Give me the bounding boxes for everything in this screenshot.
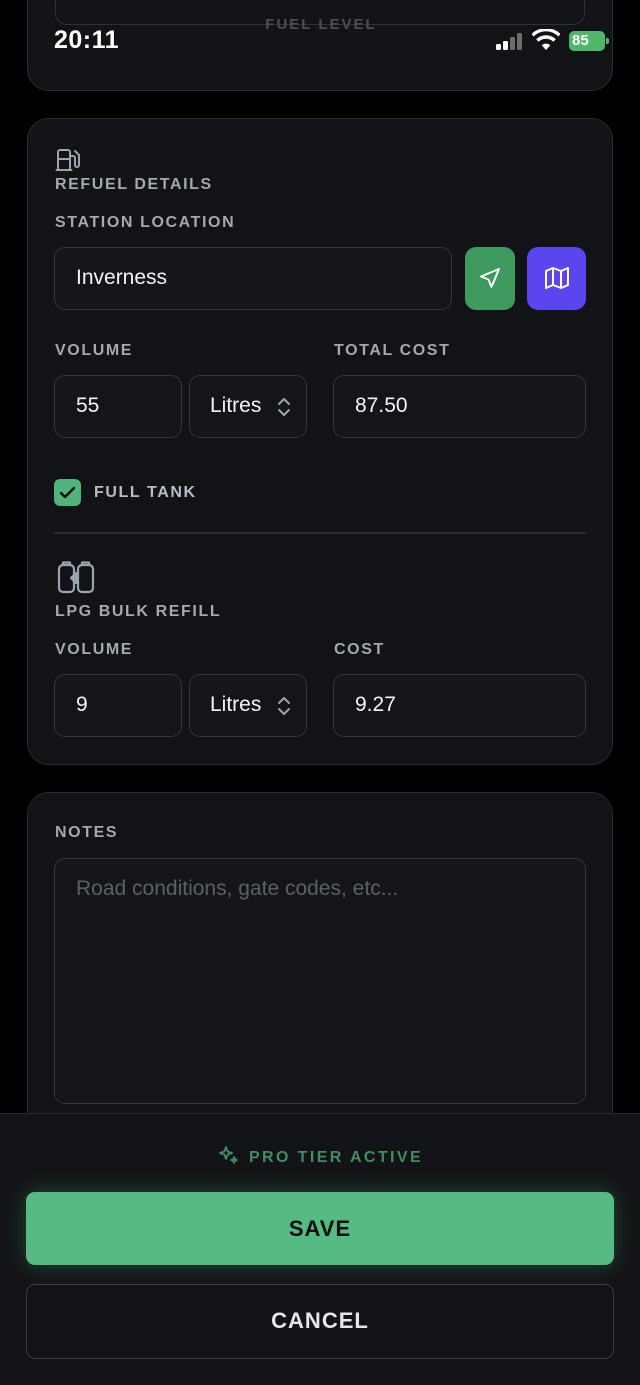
notes-card: NOTES Road conditions, gate codes, etc..…	[27, 792, 613, 1152]
volume-input[interactable]: 55	[54, 375, 182, 438]
total-cost-label: TOTAL COST	[334, 342, 451, 359]
sparkle-icon	[219, 1146, 238, 1164]
check-icon	[59, 486, 76, 499]
status-bar: 20:11 85	[0, 0, 640, 80]
screen: FUEL LEVEL REFUEL DETAILS STATION LOCATI…	[0, 0, 640, 1385]
refuel-details-card: REFUEL DETAILS STATION LOCATION Invernes…	[27, 118, 613, 765]
notes-placeholder: Road conditions, gate codes, etc...	[76, 877, 399, 900]
wifi-icon	[532, 29, 560, 50]
navigation-arrow-icon	[480, 268, 500, 288]
notes-label: NOTES	[55, 824, 119, 841]
gas-bottle-icon	[57, 561, 95, 594]
battery-indicator: 85	[569, 31, 605, 51]
bottom-action-bar: PRO TIER ACTIVE SAVE CANCEL	[0, 1113, 640, 1385]
station-location-label: STATION LOCATION	[55, 214, 236, 231]
full-tank-checkbox[interactable]	[54, 479, 81, 506]
save-button[interactable]: SAVE	[26, 1192, 614, 1265]
section-divider	[54, 532, 586, 534]
map-icon	[545, 267, 569, 289]
lpg-volume-input[interactable]: 9	[54, 674, 182, 737]
volume-label: VOLUME	[55, 342, 134, 359]
lpg-cost-label: COST	[334, 641, 385, 658]
pro-tier-label: PRO TIER ACTIVE	[248, 1149, 424, 1166]
pro-tier-badge: PRO TIER ACTIVE	[0, 1144, 640, 1167]
open-map-button[interactable]	[527, 247, 586, 310]
notes-textarea[interactable]: Road conditions, gate codes, etc...	[54, 858, 586, 1104]
lpg-cost-input[interactable]: 9.27	[333, 674, 586, 737]
battery-tip	[606, 38, 609, 44]
status-time: 20:11	[54, 26, 120, 54]
chevron-up-down-icon	[278, 398, 290, 416]
lpg-volume-unit-select[interactable]: Litres	[189, 674, 307, 737]
fuel-pump-icon	[55, 149, 80, 171]
use-current-location-button[interactable]	[465, 247, 515, 310]
lpg-volume-label: VOLUME	[55, 641, 134, 658]
lpg-volume-unit-value: Litres	[210, 693, 262, 716]
volume-unit-value: Litres	[210, 394, 262, 417]
chevron-up-down-icon	[278, 697, 290, 715]
battery-level: 85	[572, 32, 589, 49]
total-cost-input[interactable]: 87.50	[333, 375, 586, 438]
volume-unit-select[interactable]: Litres	[189, 375, 307, 438]
refuel-details-title: REFUEL DETAILS	[55, 176, 213, 193]
station-location-input[interactable]: Inverness	[54, 247, 452, 310]
cancel-button[interactable]: CANCEL	[26, 1284, 614, 1359]
lpg-bulk-refill-title: LPG BULK REFILL	[55, 603, 222, 620]
cellular-signal-icon	[496, 32, 524, 50]
full-tank-label: FULL TANK	[94, 484, 197, 501]
